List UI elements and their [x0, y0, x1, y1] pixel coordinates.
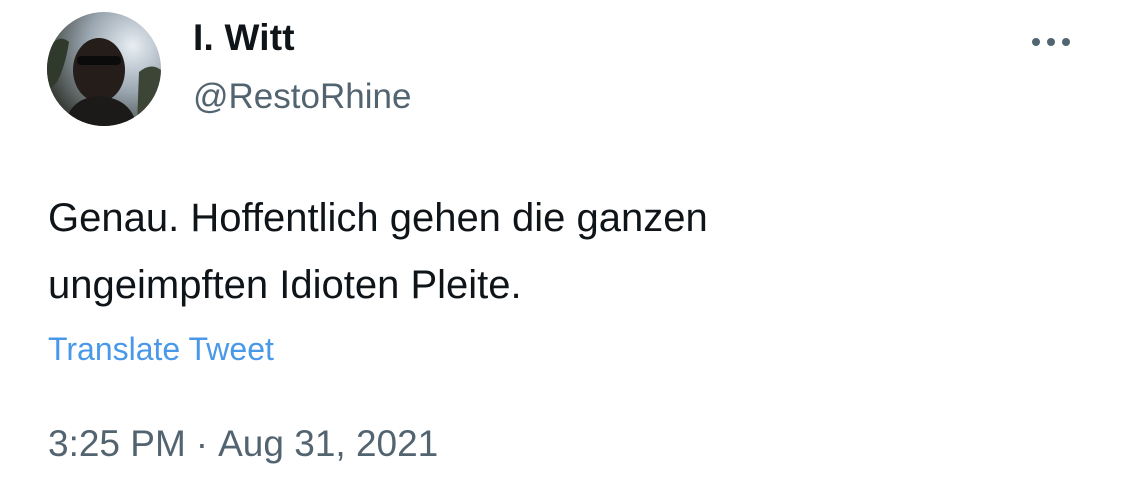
avatar[interactable]: [47, 12, 161, 126]
tweet-time[interactable]: 3:25 PM: [48, 423, 186, 464]
display-name[interactable]: I. Witt: [193, 17, 295, 59]
tweet-card: I. Witt @RestoRhine Genau. Hoffentlich g…: [0, 0, 1125, 498]
user-handle[interactable]: @RestoRhine: [193, 77, 411, 117]
tweet-date[interactable]: Aug 31, 2021: [218, 423, 438, 464]
more-options-button[interactable]: [1027, 27, 1075, 57]
more-horizontal-icon: [1032, 38, 1070, 46]
tweet-text-line: ungeimpften Idioten Pleite.: [48, 263, 522, 308]
tweet-text: Genau. Hoffentlich gehen die ganzen unge…: [48, 185, 1048, 319]
translate-tweet-link[interactable]: Translate Tweet: [48, 331, 274, 368]
tweet-timestamp: 3:25 PM · Aug 31, 2021: [48, 423, 438, 465]
avatar-photo-icon: [47, 12, 161, 126]
meta-separator: ·: [195, 423, 209, 464]
tweet-text-line: Genau. Hoffentlich gehen die ganzen: [48, 196, 708, 240]
